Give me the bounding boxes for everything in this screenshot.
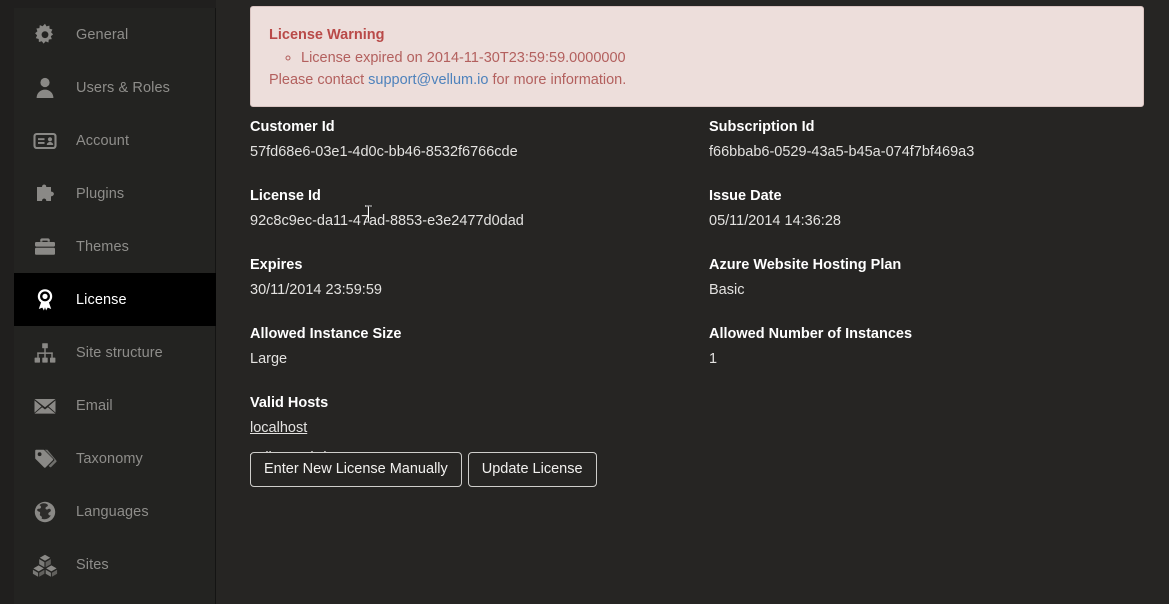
contact-prefix-text: Please contact [269, 72, 369, 88]
field-value: Large [250, 351, 288, 367]
sidebar-item-site-structure[interactable]: Site structure [14, 326, 215, 379]
field-azure-website-hosting-plan: Azure Website Hosting Plan Basic [709, 256, 1149, 300]
license-details-right-column: Subscription Id f66bbab6-0529-43a5-b45a-… [709, 118, 1149, 394]
field-label: Allowed Instance Size [250, 326, 402, 342]
warning-message-item: License expired on 2014-11-30T23:59:59.0… [301, 48, 1125, 68]
sidebar-item-users-roles[interactable]: Users & Roles [14, 61, 215, 114]
enter-new-license-manually-button[interactable]: Enter New License Manually [250, 452, 462, 487]
field-label: Issue Date [709, 188, 782, 204]
sitemap-icon [30, 338, 60, 368]
gear-icon [30, 20, 60, 50]
sidebar-item-label: Users & Roles [76, 79, 170, 96]
sidebar-item-label: Taxonomy [76, 450, 143, 467]
field-label: Subscription Id [709, 119, 815, 135]
tags-icon [30, 444, 60, 474]
globe-icon [30, 497, 60, 527]
field-subscription-id: Subscription Id f66bbab6-0529-43a5-b45a-… [709, 118, 1149, 162]
sidebar-navigation: General Users & Roles Account Plugins Th… [14, 8, 216, 604]
sidebar-item-label: Plugins [76, 185, 125, 202]
field-customer-id: Customer Id 57fd68e6-03e1-4d0c-bb46-8532… [250, 118, 690, 162]
sidebar-item-label: Site structure [76, 344, 163, 361]
field-value: f66bbab6-0529-43a5-b45a-074f7bf469a3 [709, 144, 975, 160]
award-badge-icon [30, 285, 60, 315]
contact-suffix-text: for more information. [488, 72, 627, 88]
field-label: Azure Website Hosting Plan [709, 257, 902, 273]
field-label: Allowed Number of Instances [709, 326, 913, 342]
sidebar-item-label: Account [76, 132, 130, 149]
sidebar-item-languages[interactable]: Languages [14, 485, 215, 538]
puzzle-piece-icon [30, 179, 60, 209]
sidebar-item-themes[interactable]: Themes [14, 220, 215, 273]
license-details-left-column: Customer Id 57fd68e6-03e1-4d0c-bb46-8532… [250, 118, 690, 493]
field-value: 92c8c9ec-da11-47ad-8853-e3e2477d0dad [250, 213, 524, 229]
sidebar-item-label: Email [76, 397, 113, 414]
warning-title: License Warning [269, 27, 385, 43]
field-allowed-number-of-instances: Allowed Number of Instances 1 [709, 325, 1149, 369]
license-action-buttons: Enter New License Manually Update Licens… [250, 452, 597, 487]
valid-host-link[interactable]: localhost [250, 419, 690, 438]
warning-contact-line: Please contact support@vellum.io for mor… [269, 70, 1125, 90]
field-value: 30/11/2014 23:59:59 [250, 282, 382, 298]
field-label: Expires [250, 257, 303, 273]
sidebar-item-account[interactable]: Account [14, 114, 215, 167]
sidebar-item-label: General [76, 26, 129, 43]
field-issue-date: Issue Date 05/11/2014 14:36:28 [709, 187, 1149, 231]
briefcase-icon [30, 232, 60, 262]
field-label: Customer Id [250, 119, 335, 135]
field-value: Basic [709, 282, 745, 298]
sidebar-item-label: Languages [76, 503, 149, 520]
field-label: License Id [250, 188, 321, 204]
boxes-icon [30, 550, 60, 580]
sidebar-item-label: Sites [76, 556, 109, 573]
sidebar-item-plugins[interactable]: Plugins [14, 167, 215, 220]
field-expires: Expires 30/11/2014 23:59:59 [250, 256, 690, 300]
field-value: 1 [709, 351, 718, 367]
envelope-icon [30, 391, 60, 421]
update-license-button[interactable]: Update License [467, 452, 597, 487]
sidebar-item-sites[interactable]: Sites [14, 538, 215, 591]
sidebar-item-label: Themes [76, 238, 129, 255]
admin-app-window: General Users & Roles Account Plugins Th… [0, 0, 1169, 604]
warning-message-list: License expired on 2014-11-30T23:59:59.0… [269, 48, 1125, 68]
license-page-content: License Warning License expired on 2014-… [216, 0, 1169, 604]
id-card-icon [30, 126, 60, 156]
support-email-link[interactable]: support@vellum.io [368, 72, 488, 88]
sidebar-item-taxonomy[interactable]: Taxonomy [14, 432, 215, 485]
field-value: 57fd68e6-03e1-4d0c-bb46-8532f6766cde [250, 144, 518, 160]
user-icon [30, 73, 60, 103]
sidebar-item-label: License [76, 291, 127, 308]
sidebar-item-license[interactable]: License [14, 273, 216, 326]
field-label: Valid Hosts [250, 395, 329, 411]
field-value: 05/11/2014 14:36:28 [709, 213, 841, 229]
license-warning-banner: License Warning License expired on 2014-… [250, 6, 1144, 107]
sidebar-item-general[interactable]: General [14, 8, 215, 61]
field-allowed-instance-size: Allowed Instance Size Large [250, 325, 690, 369]
field-license-id: License Id 92c8c9ec-da11-47ad-8853-e3e24… [250, 187, 690, 231]
sidebar-item-email[interactable]: Email [14, 379, 215, 432]
